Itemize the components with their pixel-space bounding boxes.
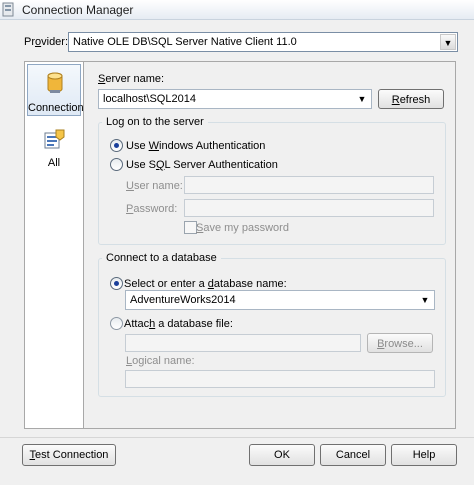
user-name-field[interactable] (184, 176, 434, 194)
select-database-radio[interactable] (110, 277, 123, 290)
database-cylinder-icon (47, 72, 63, 93)
properties-list-icon (44, 129, 65, 149)
user-name-label: User name: (126, 180, 183, 192)
window-title: Connection Manager (22, 3, 134, 17)
save-password-label[interactable]: Save my password (196, 222, 289, 234)
chevron-down-icon[interactable]: ▼ (354, 91, 370, 107)
connection-manager-icon (2, 2, 14, 17)
attach-file-field[interactable] (125, 334, 361, 352)
sql-auth-radio[interactable] (110, 158, 123, 171)
nav-item-all[interactable]: All (27, 124, 81, 176)
chevron-down-icon[interactable]: ▼ (440, 34, 456, 50)
title-bar: Connection Manager (0, 0, 474, 20)
footer-divider (0, 437, 474, 438)
database-name-dropdown[interactable]: AdventureWorks2014 ▼ (125, 290, 435, 310)
server-name-value: localhost\SQL2014 (103, 93, 196, 105)
test-connection-button[interactable]: Test Connection (22, 444, 116, 466)
database-group-title: Connect to a database (102, 252, 221, 264)
attach-file-radio[interactable] (110, 317, 123, 330)
logical-name-field[interactable] (125, 370, 435, 388)
attach-file-label[interactable]: Attach a database file: (124, 318, 233, 330)
ok-button[interactable]: OK (249, 444, 315, 466)
refresh-button[interactable]: Refresh (378, 89, 444, 109)
nav-item-connection[interactable]: Connection (27, 64, 84, 116)
nav-item-label: All (47, 157, 61, 169)
sql-auth-label[interactable]: Use SQL Server Authentication (126, 159, 278, 171)
browse-button[interactable]: Browse... (367, 333, 433, 353)
help-button[interactable]: Help (391, 444, 457, 466)
provider-label: Provider: (24, 36, 69, 48)
logical-name-label: Logical name: (126, 355, 195, 367)
nav-item-label: Connection (28, 102, 84, 114)
server-name-label: Server name: (98, 73, 165, 85)
cancel-button[interactable]: Cancel (320, 444, 386, 466)
password-field[interactable] (184, 199, 434, 217)
provider-dropdown[interactable]: Native OLE DB\SQL Server Native Client 1… (68, 32, 458, 52)
windows-auth-radio[interactable] (110, 139, 123, 152)
logon-group-title: Log on to the server (102, 116, 208, 128)
server-name-dropdown[interactable]: localhost\SQL2014 ▼ (98, 89, 372, 109)
password-label: Password: (126, 203, 178, 215)
provider-value: Native OLE DB\SQL Server Native Client 1… (73, 36, 297, 48)
page-navigation: Connection All (24, 61, 84, 429)
database-name-value: AdventureWorks2014 (130, 294, 236, 306)
select-database-label[interactable]: Select or enter a database name: (124, 278, 287, 290)
windows-auth-label[interactable]: Use Windows Authentication (126, 140, 265, 152)
chevron-down-icon[interactable]: ▼ (417, 292, 433, 308)
